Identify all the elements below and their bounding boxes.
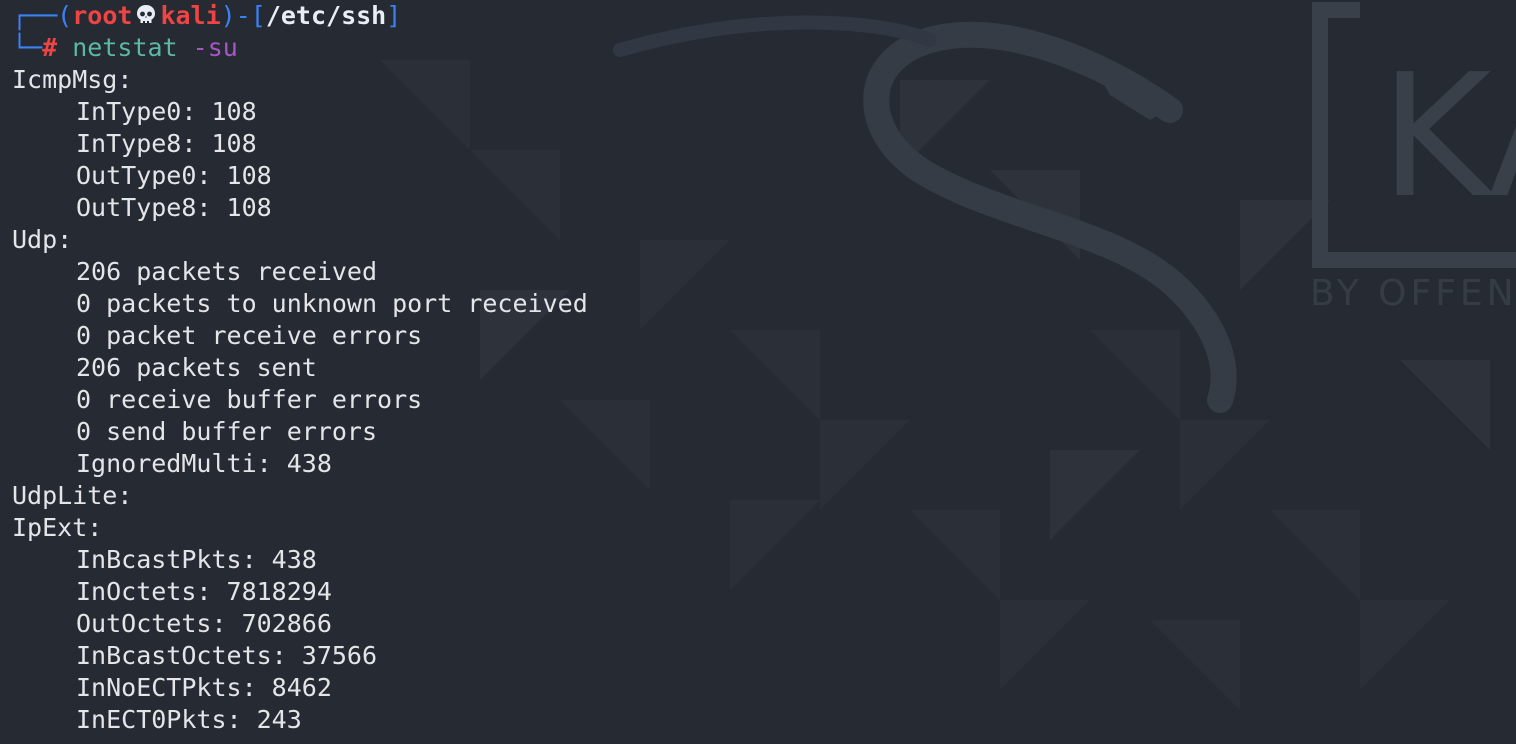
output-line: 0 send buffer errors <box>76 417 378 446</box>
prompt-line-command: └─# netstat -su <box>12 32 1502 64</box>
output-line: 0 packet receive errors <box>76 321 423 350</box>
output-line: 206 packets received <box>76 257 378 286</box>
prompt-line-top: ┌──(root kali)-[/etc/ssh] <box>12 0 1502 32</box>
output-line: OutType8: 108 <box>76 193 272 222</box>
prompt-host: kali <box>160 1 221 30</box>
output-line: InOctets: 7818294 <box>76 577 332 606</box>
terminal-output[interactable]: ┌──(root kali)-[/etc/ssh] └─# netstat -su… <box>12 0 1502 736</box>
output-line: InECT0Pkts: 243 <box>76 705 302 734</box>
output-line: IgnoredMulti: 438 <box>76 449 332 478</box>
prompt-hash: # <box>42 33 58 62</box>
output-line: 206 packets sent <box>76 353 317 382</box>
output-line: 0 packets to unknown port received <box>76 289 588 318</box>
output-line: InType0: 108 <box>76 97 257 126</box>
output-line: 0 receive buffer errors <box>76 385 423 414</box>
section-header-udplite: UdpLite: <box>12 481 133 510</box>
section-header-udp: Udp: <box>12 225 73 254</box>
prompt-corner-top: ┌── <box>12 1 58 30</box>
skull-icon <box>137 5 156 23</box>
output-line: OutOctets: 702866 <box>76 609 332 638</box>
output-line: InNoECTPkts: 8462 <box>76 673 332 702</box>
prompt-corner-bottom: └─ <box>12 33 43 62</box>
output-line: InBcastOctets: 37566 <box>76 641 378 670</box>
output-line: InType8: 108 <box>76 129 257 158</box>
section-header-ipext: IpExt: <box>12 513 103 542</box>
output-line: InBcastPkts: 438 <box>76 545 317 574</box>
prompt-user: root <box>72 1 133 30</box>
prompt-close-paren: )-[ <box>220 1 266 30</box>
output-line: OutType0: 108 <box>76 161 272 190</box>
prompt-close-bracket: ] <box>386 1 402 30</box>
command-name: netstat <box>72 33 178 62</box>
prompt-open-paren: ( <box>57 1 73 30</box>
section-header-icmpmsg: IcmpMsg: <box>12 65 133 94</box>
prompt-cwd: /etc/ssh <box>265 1 387 30</box>
command-flag: -su <box>192 33 238 62</box>
